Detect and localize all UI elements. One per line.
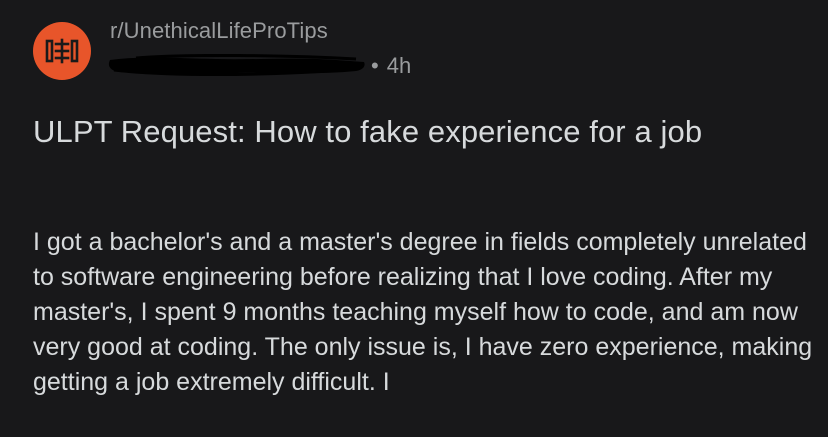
post-meta-time: • 4h bbox=[371, 53, 411, 79]
redacted-username bbox=[108, 54, 365, 76]
ulpt-subreddit-icon[interactable] bbox=[33, 22, 91, 80]
post-age: 4h bbox=[386, 53, 412, 78]
subreddit-name-link[interactable]: r/UnethicalLifeProTips bbox=[110, 18, 328, 44]
post-title[interactable]: ULPT Request: How to fake experience for… bbox=[33, 112, 803, 152]
post-body: I got a bachelor's and a master's degree… bbox=[33, 228, 813, 396]
post-header: r/UnethicalLifeProTips • 4h bbox=[33, 18, 793, 80]
subreddit-logo-icon bbox=[45, 38, 79, 64]
meta-separator: • bbox=[371, 53, 379, 78]
